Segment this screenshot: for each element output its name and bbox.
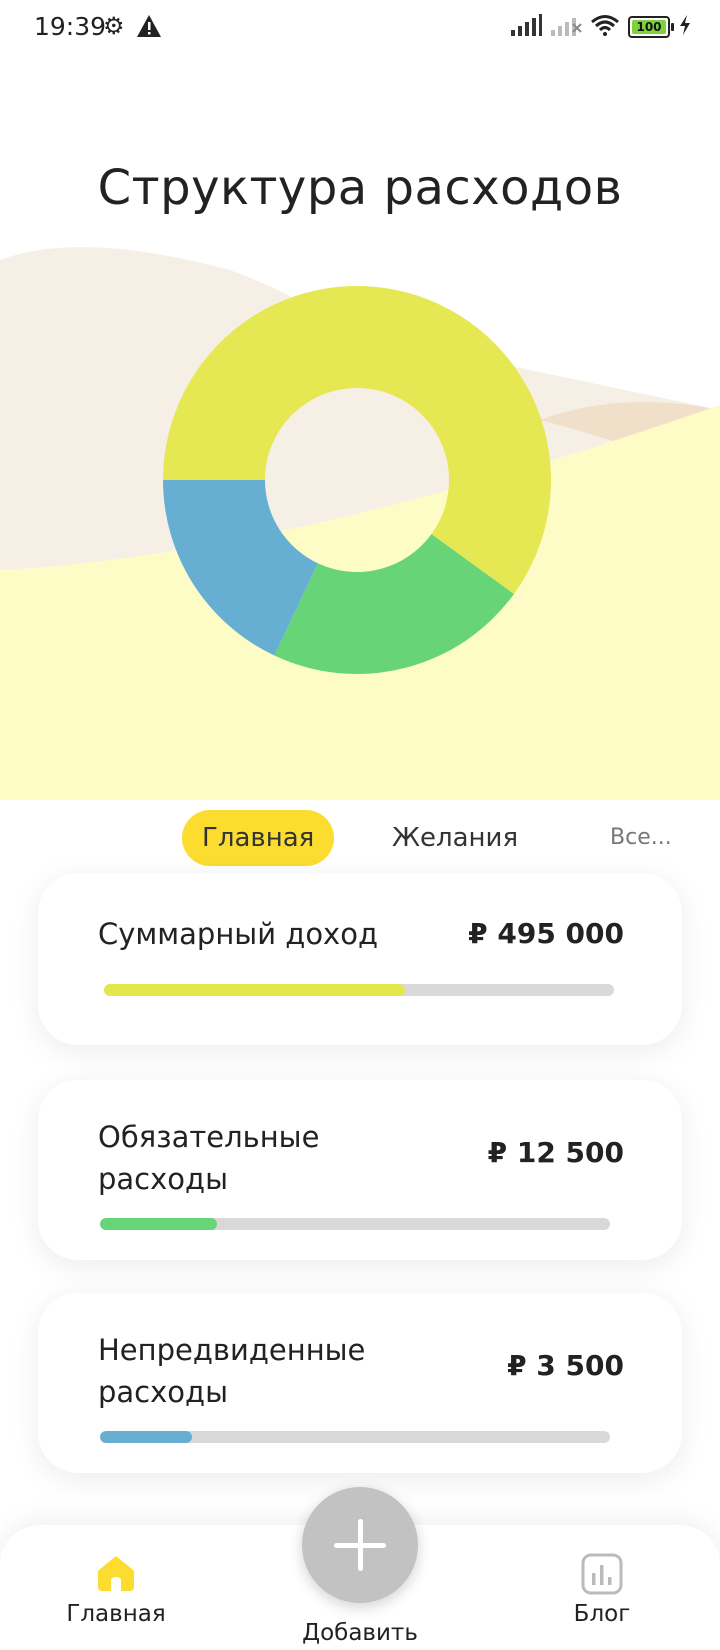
expense-structure-chart xyxy=(0,240,720,800)
nav-add-label: Добавить xyxy=(302,1620,418,1646)
nav-blog-label: Блог xyxy=(573,1601,631,1627)
alert-icon xyxy=(136,14,162,42)
battery-icon: 100 xyxy=(628,16,674,38)
signal-off-icon xyxy=(550,14,582,40)
progress-bar xyxy=(104,984,614,996)
battery-level: 100 xyxy=(636,20,662,34)
card-total-income[interactable]: Суммарный доход ₽ 495 000 xyxy=(38,873,682,1045)
nav-home-label: Главная xyxy=(66,1601,166,1627)
card-mandatory-expenses[interactable]: Обязательные расходы ₽ 12 500 xyxy=(38,1080,682,1260)
wifi-icon xyxy=(590,14,620,40)
progress-fill xyxy=(100,1431,192,1443)
tab-all[interactable]: Все... xyxy=(610,810,672,866)
status-time: 19:39 xyxy=(34,12,107,41)
tab-wishes[interactable]: Желания xyxy=(392,810,518,866)
gear-icon: ⚙ xyxy=(103,12,125,40)
tab-main[interactable]: Главная xyxy=(182,810,335,866)
charging-icon xyxy=(678,14,692,40)
page-title: Структура расходов xyxy=(97,160,623,216)
home-icon xyxy=(64,1553,168,1601)
progress-bar xyxy=(100,1431,610,1443)
chart-icon xyxy=(560,1553,644,1601)
card-unexpected-expenses[interactable]: Непредвиденные расходы ₽ 3 500 xyxy=(38,1293,682,1473)
progress-fill xyxy=(104,984,405,996)
card-label: Суммарный доход xyxy=(98,917,379,951)
nav-home[interactable]: Главная xyxy=(64,1553,168,1627)
progress-fill xyxy=(100,1218,218,1230)
tab-bar: Главная Желания Все... xyxy=(0,800,720,880)
nav-blog[interactable]: Блог xyxy=(560,1553,644,1627)
card-amount: ₽ 3 500 xyxy=(507,1349,624,1382)
signal-icon xyxy=(510,14,542,40)
progress-bar xyxy=(100,1218,610,1230)
card-amount: ₽ 12 500 xyxy=(487,1136,624,1169)
card-label: Обязательные расходы xyxy=(98,1120,320,1196)
add-button[interactable] xyxy=(302,1487,418,1603)
card-label: Непредвиденные расходы xyxy=(98,1333,366,1409)
status-bar: 19:39 ⚙ 100 xyxy=(0,0,720,54)
card-amount: ₽ 495 000 xyxy=(468,917,624,950)
